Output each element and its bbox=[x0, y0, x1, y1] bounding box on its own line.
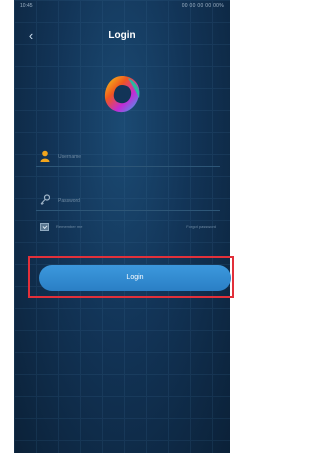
user-icon bbox=[40, 150, 50, 162]
username-field bbox=[36, 147, 220, 167]
username-underline bbox=[36, 166, 220, 167]
status-time: 10:45 bbox=[20, 3, 33, 9]
password-field bbox=[36, 191, 220, 211]
header: ‹ Login bbox=[14, 22, 230, 50]
status-indicators: 00 00 00 00 00% bbox=[181, 3, 224, 9]
status-bar: 10:45 00 00 00 00 00% bbox=[14, 0, 230, 14]
password-input[interactable] bbox=[56, 193, 215, 209]
remember-label: Remember me bbox=[56, 224, 83, 229]
login-button[interactable]: Login bbox=[39, 265, 231, 291]
forgot-password-link[interactable]: Forgot password bbox=[186, 224, 216, 229]
page-title: Login bbox=[108, 30, 136, 41]
remember-checkbox[interactable] bbox=[40, 223, 49, 231]
password-underline bbox=[36, 210, 220, 211]
app-logo bbox=[104, 76, 140, 113]
login-screen: 10:45 00 00 00 00 00% ‹ Login Username R… bbox=[14, 0, 230, 453]
remember-row: Remember me Forgot password bbox=[36, 223, 220, 233]
username-input[interactable] bbox=[56, 149, 215, 165]
key-icon bbox=[40, 194, 50, 205]
